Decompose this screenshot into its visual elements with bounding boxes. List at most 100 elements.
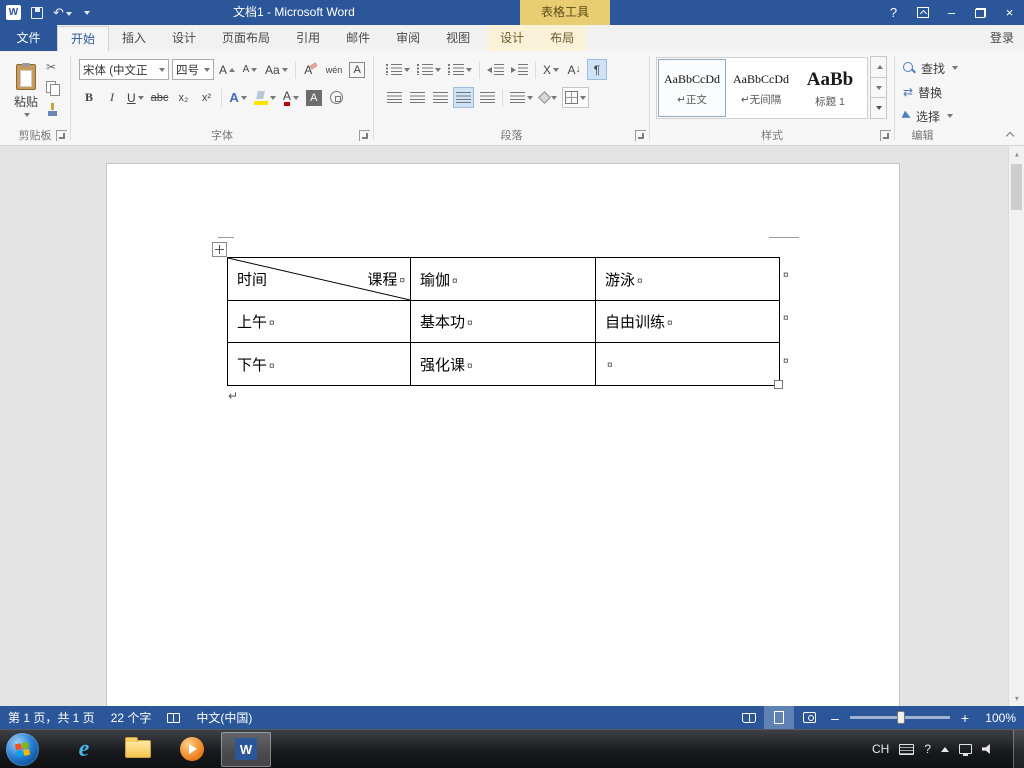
bold-button[interactable]: B xyxy=(79,87,99,108)
taskbar-explorer-button[interactable] xyxy=(111,730,165,768)
ribbon-display-options-button[interactable] xyxy=(908,0,937,25)
start-button[interactable] xyxy=(6,732,39,766)
help-button[interactable]: ? xyxy=(879,0,908,25)
save-icon[interactable] xyxy=(31,6,43,19)
keyboard-icon[interactable] xyxy=(899,743,915,755)
speaker-icon[interactable] xyxy=(982,744,990,754)
minimize-button[interactable]: – xyxy=(937,0,966,25)
strikethrough-button[interactable]: abc xyxy=(149,87,171,108)
format-painter-button[interactable] xyxy=(46,103,59,117)
style-heading1[interactable]: AaBb 标题 1 xyxy=(796,59,864,117)
font-color-button[interactable]: A xyxy=(281,87,301,108)
clear-formatting-button[interactable]: A xyxy=(301,59,321,80)
line-spacing-button[interactable] xyxy=(508,87,535,108)
decrease-indent-button[interactable] xyxy=(485,59,506,80)
styles-scroll-down-button[interactable] xyxy=(870,76,887,99)
copy-button[interactable] xyxy=(46,81,60,96)
font-dialog-launcher[interactable] xyxy=(359,130,370,141)
shading-button[interactable] xyxy=(538,87,559,108)
highlight-button[interactable] xyxy=(252,87,278,108)
tab-insert[interactable]: 插入 xyxy=(109,25,159,51)
align-center-button[interactable] xyxy=(407,87,427,108)
italic-button[interactable]: I xyxy=(102,87,122,108)
bullets-button[interactable] xyxy=(384,59,412,80)
paragraph-dialog-launcher[interactable] xyxy=(635,130,646,141)
tab-page-layout[interactable]: 页面布局 xyxy=(209,25,283,51)
taskbar-media-player-button[interactable] xyxy=(165,730,219,768)
find-button[interactable]: 查找 xyxy=(903,58,959,78)
scroll-down-button[interactable]: ▼ xyxy=(1009,690,1024,706)
select-button[interactable]: 选择 xyxy=(901,106,954,126)
zoom-level[interactable]: 100% xyxy=(976,711,1016,725)
replace-button[interactable]: ⇄ 替换 xyxy=(903,82,942,102)
table-cell[interactable]: 自由训练 ¤ xyxy=(595,300,780,343)
vertical-scrollbar[interactable]: ▲ ▼ xyxy=(1008,146,1024,706)
asian-layout-button[interactable]: X xyxy=(541,59,561,80)
style-no-spacing[interactable]: AaBbCcDd ↵无间隔 xyxy=(727,59,795,117)
table-resize-handle[interactable] xyxy=(774,380,783,389)
multilevel-list-button[interactable] xyxy=(446,59,474,80)
show-desktop-button[interactable] xyxy=(1013,729,1024,768)
table-cell[interactable]: ¤ xyxy=(595,342,780,386)
table-cell[interactable]: 瑜伽 ¤ xyxy=(410,257,596,301)
restore-button[interactable] xyxy=(966,0,995,25)
show-hidden-icons-button[interactable] xyxy=(941,746,949,752)
zoom-out-button[interactable]: – xyxy=(824,710,846,726)
sign-in-link[interactable]: 登录 xyxy=(990,25,1014,51)
enclose-characters-button[interactable] xyxy=(327,87,347,108)
text-effects-button[interactable]: A xyxy=(227,87,248,108)
align-right-button[interactable] xyxy=(430,87,450,108)
zoom-slider[interactable] xyxy=(850,711,950,724)
shrink-font-button[interactable]: A xyxy=(240,59,260,80)
table-cell[interactable]: 基本功 ¤ xyxy=(410,300,596,343)
tab-table-design[interactable]: 设计 xyxy=(487,25,537,51)
table-cell[interactable]: 强化课 ¤ xyxy=(410,342,596,386)
tab-file[interactable]: 文件 xyxy=(0,25,57,51)
table-cell[interactable]: 游泳 ¤ xyxy=(595,257,780,301)
scrollbar-thumb[interactable] xyxy=(1011,164,1022,210)
word-count[interactable]: 22 个字 xyxy=(111,709,152,726)
tab-review[interactable]: 审阅 xyxy=(383,25,433,51)
proofing-icon[interactable] xyxy=(167,712,181,723)
increase-indent-button[interactable] xyxy=(509,59,530,80)
change-case-button[interactable]: Aa xyxy=(263,59,290,80)
tray-help-icon[interactable]: ? xyxy=(924,742,931,756)
grow-font-button[interactable]: A xyxy=(217,59,237,80)
subscript-button[interactable]: x₂ xyxy=(173,87,193,108)
tab-mailings[interactable]: 邮件 xyxy=(333,25,383,51)
tray-language-indicator[interactable]: CH xyxy=(872,742,889,756)
clipboard-dialog-launcher[interactable] xyxy=(56,130,67,141)
taskbar-word-button[interactable]: W xyxy=(221,731,271,767)
zoom-slider-thumb[interactable] xyxy=(897,711,905,724)
document-page[interactable]: 时间 课程 ¤ 瑜伽 ¤ 游泳 ¤ 上午 ¤ 基本功 ¤ 自由训练 ¤ 下午 ¤ 强化课 ¤ ¤ xyxy=(107,164,899,706)
sort-button[interactable]: A ↓ xyxy=(564,59,584,80)
language-indicator[interactable]: 中文(中国) xyxy=(196,709,252,726)
read-mode-button[interactable] xyxy=(734,706,764,729)
table-cell[interactable]: 下午 ¤ xyxy=(227,342,411,386)
styles-more-button[interactable] xyxy=(870,97,887,120)
superscript-button[interactable]: x² xyxy=(196,87,216,108)
table-move-handle[interactable] xyxy=(212,242,227,257)
font-name-combo[interactable]: 宋体 (中文正 xyxy=(79,59,169,80)
print-layout-button[interactable] xyxy=(764,706,794,729)
table-cell-diagonal[interactable]: 时间 课程 ¤ xyxy=(227,257,411,301)
show-hide-marks-button[interactable]: ¶ xyxy=(587,59,608,80)
web-layout-button[interactable] xyxy=(794,706,824,729)
scroll-up-button[interactable]: ▲ xyxy=(1009,146,1024,162)
tab-home[interactable]: 开始 xyxy=(57,26,110,51)
phonetic-guide-button[interactable]: wén xyxy=(324,59,345,80)
table-cell[interactable]: 上午 ¤ xyxy=(227,300,411,343)
justify-button[interactable] xyxy=(453,87,474,108)
character-shading-button[interactable]: A xyxy=(304,87,324,108)
distribute-button[interactable] xyxy=(477,87,497,108)
taskbar-ie-button[interactable]: e xyxy=(57,730,111,768)
tab-references[interactable]: 引用 xyxy=(283,25,333,51)
customize-qat-icon[interactable] xyxy=(83,10,90,15)
cut-button[interactable]: ✂ xyxy=(46,59,56,75)
styles-scroll-up-button[interactable] xyxy=(870,56,887,78)
style-normal[interactable]: AaBbCcDd ↵正文 xyxy=(658,59,726,117)
collapse-ribbon-button[interactable] xyxy=(1006,130,1014,138)
zoom-in-button[interactable]: + xyxy=(954,710,976,726)
font-size-combo[interactable]: 四号 xyxy=(172,59,214,80)
page-indicator[interactable]: 第 1 页，共 1 页 xyxy=(8,709,95,726)
